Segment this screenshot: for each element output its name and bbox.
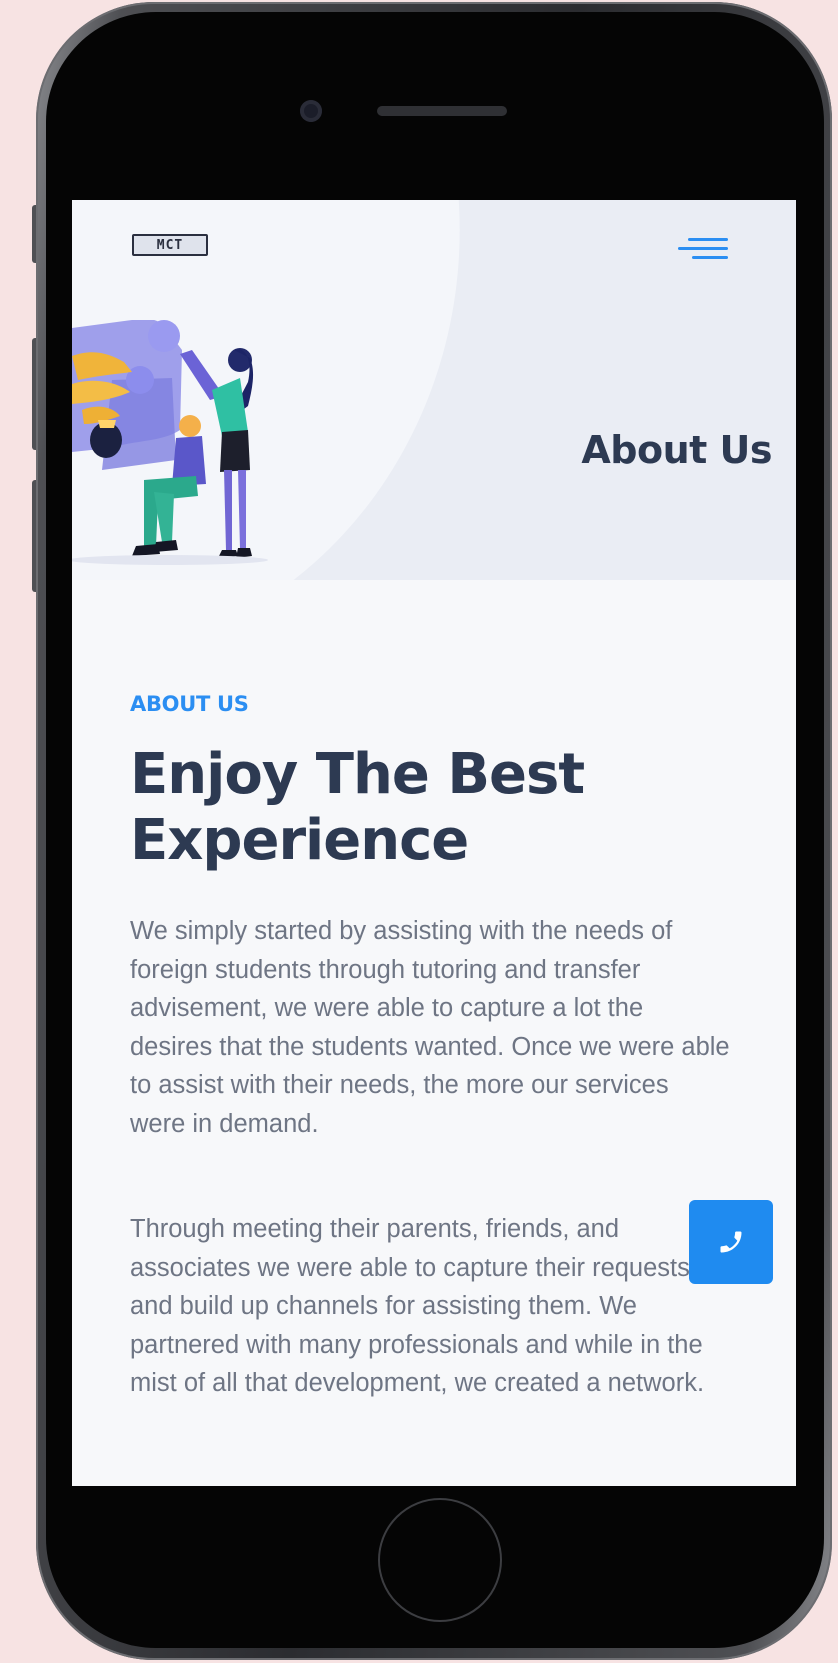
hamburger-menu-icon[interactable] <box>672 230 728 266</box>
device-stage: MCT About Us ABOUT US Enjoy The Best Exp… <box>0 0 838 1663</box>
section-eyebrow: ABOUT US <box>130 692 249 716</box>
earpiece-speaker <box>377 106 507 116</box>
page-hero: MCT About Us <box>72 200 796 580</box>
ground-shadow <box>72 555 268 565</box>
page-title: About Us <box>581 428 772 472</box>
section-heading-line-2: Experience <box>130 808 469 873</box>
call-button[interactable] <box>689 1200 773 1284</box>
menu-line-bottom <box>692 256 728 259</box>
phone-icon <box>720 1231 742 1253</box>
phone-screen: MCT About Us ABOUT US Enjoy The Best Exp… <box>72 200 796 1486</box>
front-camera <box>300 100 322 122</box>
section-heading-line-1: Enjoy The Best <box>130 742 585 807</box>
section-heading: Enjoy The Best Experience <box>130 742 730 874</box>
logo-text: MCT <box>156 237 184 253</box>
teamwork-puzzle-illustration <box>72 320 268 565</box>
home-button <box>378 1498 502 1622</box>
about-paragraph-1: We simply started by assisting with the … <box>130 917 730 1138</box>
about-paragraph-2: Through meeting their parents, friends, … <box>130 1215 705 1397</box>
menu-line-top <box>688 238 728 241</box>
site-logo[interactable]: MCT <box>132 234 208 256</box>
menu-line-middle <box>678 247 728 250</box>
